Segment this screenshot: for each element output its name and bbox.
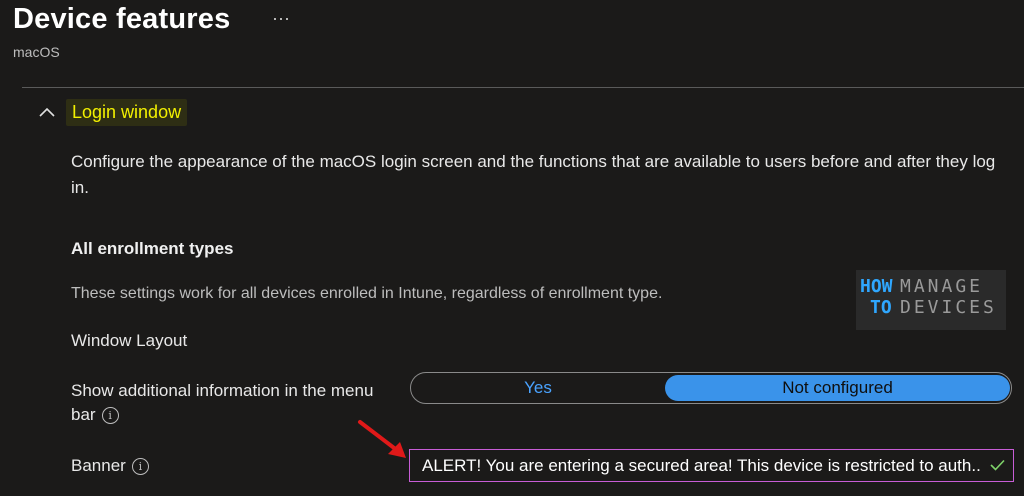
toggle-option-not-configured[interactable]: Not configured <box>665 375 1010 401</box>
page-title: Device features <box>13 3 231 35</box>
logo-devices: DEVICES <box>900 297 997 318</box>
logo-to: TO <box>870 297 892 318</box>
page-subtitle: macOS <box>13 44 60 60</box>
enrollment-note: These settings work for all devices enro… <box>71 285 663 302</box>
banner-input-value: ALERT! You are entering a secured area! … <box>422 456 982 475</box>
info-icon[interactable]: i <box>131 458 149 476</box>
window-layout-heading: Window Layout <box>71 331 188 350</box>
logo-how: HOW <box>860 276 893 297</box>
menu-bar-toggle[interactable]: Yes Not configured <box>410 372 1012 404</box>
banner-setting-label: Banner i <box>71 456 149 476</box>
section-title-login-window[interactable]: Login window <box>66 99 188 126</box>
menu-bar-setting-label: Show additional information in the menu … <box>71 379 401 427</box>
red-arrow-icon <box>358 420 406 458</box>
chevron-up-icon[interactable] <box>38 106 56 118</box>
watermark-logo: HOW TO MANAGE DEVICES <box>856 270 1006 330</box>
divider <box>22 87 1024 88</box>
enrollment-heading: All enrollment types <box>71 239 234 258</box>
section-description: Configure the appearance of the macOS lo… <box>71 152 996 197</box>
banner-input[interactable]: ALERT! You are entering a secured area! … <box>409 449 1014 482</box>
toggle-option-yes[interactable]: Yes <box>411 373 665 403</box>
check-icon <box>990 459 1005 471</box>
info-icon[interactable]: i <box>101 407 119 425</box>
more-icon[interactable]: ··· <box>272 8 290 29</box>
banner-label-text: Banner <box>71 456 126 475</box>
logo-manage: MANAGE <box>900 276 984 297</box>
